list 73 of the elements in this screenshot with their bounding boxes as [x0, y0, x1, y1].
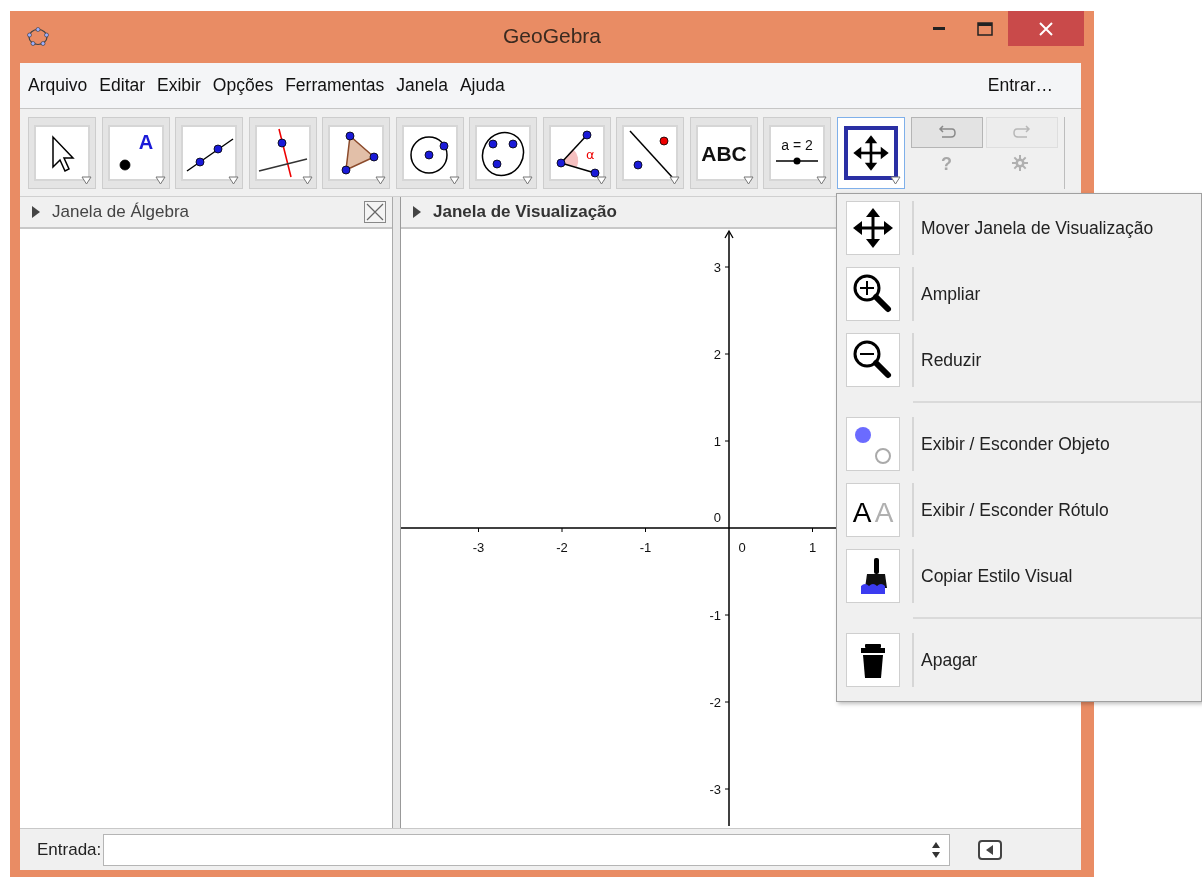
menu-item[interactable]: Exibir	[151, 75, 207, 96]
tick-label: -2	[709, 695, 721, 710]
input-field[interactable]	[103, 833, 951, 866]
tick-label: -1	[639, 540, 652, 555]
minimize-icon	[933, 27, 945, 30]
point-icon: A	[107, 124, 164, 181]
tick-label: 1	[808, 540, 817, 555]
tick-label: 0	[713, 510, 721, 525]
tool-button[interactable]	[616, 116, 684, 189]
tool-button[interactable]	[469, 116, 537, 189]
login-link[interactable]: Entrar…	[981, 75, 1059, 96]
dropdown-triangle-icon	[81, 175, 92, 185]
menu-item[interactable]: Editar	[93, 75, 152, 96]
zoom-out-icon	[846, 333, 900, 387]
slider-icon: a = 2	[769, 124, 825, 181]
tick-label: 2	[713, 347, 721, 362]
tool-button[interactable]: α	[542, 116, 611, 189]
dropdown-triangle-icon	[522, 175, 533, 185]
input-label: Entrada:	[37, 839, 102, 860]
zoom-in-icon	[846, 267, 900, 321]
letters-icon: AA	[846, 483, 900, 537]
expand-triangle-icon[interactable]	[32, 206, 40, 218]
menu-item[interactable]: Ferramentas	[279, 75, 391, 96]
maximize-icon	[977, 21, 993, 36]
panel-title: Janela de Álgebra	[52, 202, 190, 222]
trash-icon	[846, 633, 900, 687]
menu-item[interactable]: Arquivo	[22, 75, 94, 96]
tool-button[interactable]: a = 2	[763, 116, 831, 189]
close-icon	[1039, 21, 1053, 36]
dropdown-triangle-icon	[375, 175, 386, 185]
window-title: GeoGebra	[502, 24, 602, 48]
arrow-cursor-icon	[34, 124, 90, 181]
dropdown-triangle-icon	[228, 175, 239, 185]
expand-triangle-icon[interactable]	[413, 206, 421, 218]
tick-label: 3	[713, 260, 721, 275]
tool-button[interactable]	[395, 116, 464, 189]
tool-button[interactable]	[836, 116, 905, 189]
angle-icon: α	[548, 124, 605, 181]
dropdown-triangle-icon	[448, 175, 460, 185]
perpendicular-lines-icon	[254, 124, 311, 181]
dropdown-triangle-icon	[816, 175, 827, 185]
tool-button[interactable]: A	[101, 116, 170, 189]
dropdown-triangle-icon	[595, 175, 607, 185]
panel-title: Janela de Visualização	[433, 202, 617, 222]
tool-button[interactable]	[175, 116, 243, 189]
tick-label: -2	[556, 540, 568, 555]
menu-item[interactable]: Ajuda	[453, 75, 511, 96]
tick-label: -3	[472, 540, 485, 555]
close-icon[interactable]	[364, 201, 386, 223]
close-button[interactable]	[1008, 11, 1084, 46]
tool-button[interactable]	[248, 116, 317, 189]
tick-label: -3	[709, 782, 721, 797]
tool-button[interactable]	[28, 116, 96, 189]
dots-icon	[846, 417, 900, 471]
dropdown-triangle-icon	[889, 175, 901, 185]
paintbrush-icon	[846, 549, 900, 603]
menu-item[interactable]: Janela	[390, 75, 454, 96]
tick-label: 0	[738, 540, 746, 555]
dropdown-triangle-icon	[301, 175, 313, 185]
dropdown-triangle-icon	[742, 175, 754, 185]
tick-label: 1	[713, 434, 721, 449]
undo-icon	[936, 125, 957, 139]
menu-item[interactable]: Opções	[206, 75, 280, 96]
tool-button[interactable]	[322, 116, 390, 189]
dropdown-triangle-icon	[154, 175, 166, 185]
tool-button[interactable]: ABC	[689, 116, 758, 189]
keyboard-toggle-button[interactable]	[978, 839, 1003, 860]
tick-label: -1	[709, 608, 721, 623]
app-logo-icon	[26, 25, 50, 49]
dropdown-triangle-icon	[669, 175, 680, 185]
reflection-icon	[622, 124, 678, 181]
text-tool-icon: ABC	[695, 124, 752, 181]
redo-icon	[1011, 125, 1032, 139]
